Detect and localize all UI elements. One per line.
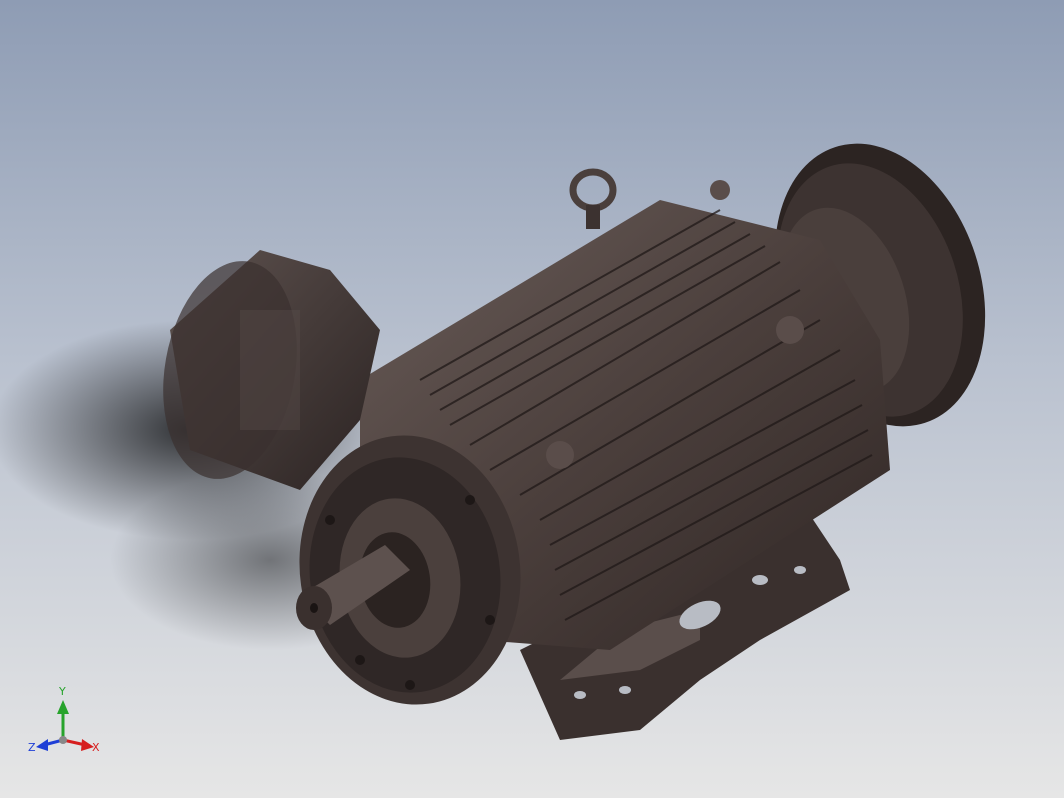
- graphics-viewport[interactable]: Y X Z: [0, 0, 1064, 798]
- triad-origin: [59, 736, 67, 744]
- y-axis-arrow-icon: [57, 700, 69, 714]
- motor-model[interactable]: [0, 0, 1064, 798]
- z-axis-arrow-icon: [36, 739, 48, 751]
- y-axis-label: Y: [58, 685, 66, 698]
- lifting-eye[interactable]: [569, 168, 617, 212]
- coordinate-triad: Y X Z: [28, 685, 100, 754]
- z-axis-label: Z: [28, 741, 36, 754]
- x-axis-label: X: [92, 741, 100, 754]
